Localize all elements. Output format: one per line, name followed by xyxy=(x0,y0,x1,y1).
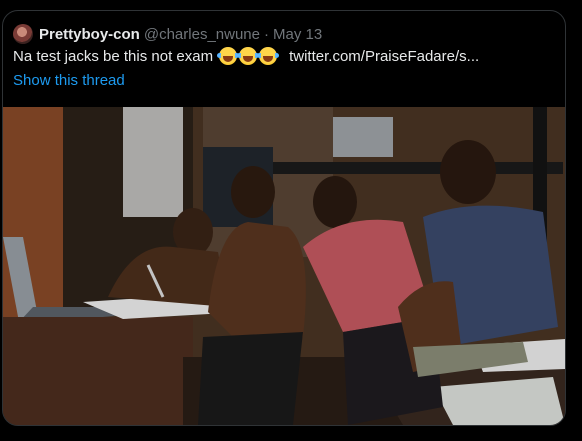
photo-dim-overlay xyxy=(3,107,565,425)
quoted-tweet-card[interactable]: Prettyboy-con @charles_nwune · May 13 Na… xyxy=(2,10,566,426)
tweet-text: Na test jacks be this not exam twitter.c… xyxy=(13,47,479,65)
avatar[interactable] xyxy=(13,24,33,44)
photo-scene xyxy=(3,107,565,425)
tweet-photo[interactable] xyxy=(3,107,565,425)
show-thread-link[interactable]: Show this thread xyxy=(13,72,125,89)
emoji-group xyxy=(217,47,280,65)
tears-of-joy-emoji-icon xyxy=(237,47,260,65)
user-handle[interactable]: @charles_nwune xyxy=(144,26,260,43)
tweet-date[interactable]: May 13 xyxy=(273,26,322,43)
tweet-link[interactable]: twitter.com/PraiseFadare/s... xyxy=(289,48,479,65)
display-name[interactable]: Prettyboy-con xyxy=(39,26,140,43)
tweet-header: Prettyboy-con @charles_nwune · May 13 xyxy=(13,23,322,45)
tweet-body: Na test jacks be this not exam xyxy=(13,47,214,65)
tears-of-joy-emoji-icon xyxy=(217,47,240,65)
tears-of-joy-emoji-icon xyxy=(257,47,280,65)
separator-dot: · xyxy=(264,25,269,43)
